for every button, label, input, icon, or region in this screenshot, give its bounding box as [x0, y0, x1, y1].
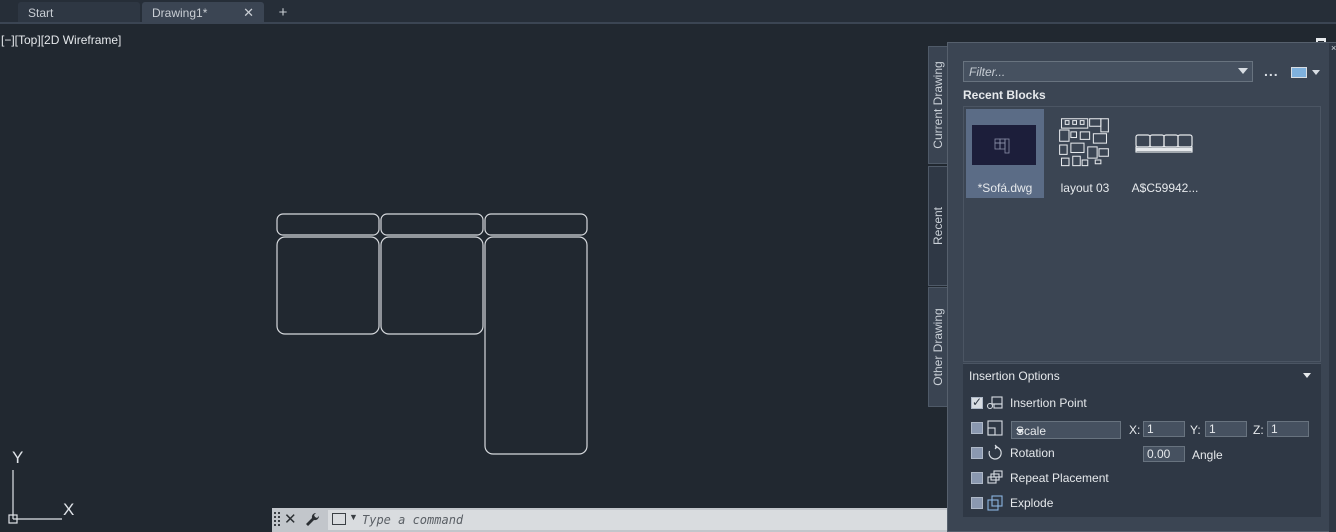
insertion-options-header[interactable]: Insertion Options	[963, 363, 1321, 387]
block-thumbnail	[1135, 134, 1193, 153]
chevron-down-icon[interactable]	[1303, 373, 1311, 378]
scale-x-label: X:	[1129, 423, 1141, 437]
file-tab-bar: Start Drawing1* ✕ +	[0, 0, 1336, 24]
rotation-icon	[988, 444, 1002, 460]
sofa-seat-2	[380, 236, 484, 335]
rotation-angle-input[interactable]	[1143, 446, 1185, 462]
chevron-down-icon[interactable]	[1312, 70, 1320, 75]
scale-checkbox[interactable]	[971, 422, 983, 434]
sofa-seat-1	[276, 236, 380, 335]
scale-y-label: Y:	[1190, 423, 1201, 437]
tab-recent[interactable]: Recent	[928, 166, 948, 286]
close-tab-icon[interactable]: ✕	[243, 2, 254, 24]
block-item-asc[interactable]: A$C59942...	[1126, 109, 1204, 198]
angle-label: Angle	[1192, 448, 1223, 462]
insertion-point-label: Insertion Point	[1010, 396, 1087, 410]
rotation-label: Rotation	[1010, 446, 1055, 460]
sofa-back-cushion-2	[380, 213, 484, 236]
scale-z-input[interactable]	[1267, 421, 1309, 437]
block-thumbnail	[972, 125, 1036, 165]
chevron-down-icon[interactable]: ▼	[349, 512, 358, 522]
new-tab-button[interactable]: +	[272, 3, 294, 23]
insertion-options-title: Insertion Options	[969, 369, 1060, 383]
insertion-options-panel: Insertion Point Scale X: Y:	[963, 387, 1321, 517]
autocad-window: Start Drawing1* ✕ + [−][Top][2D Wirefram…	[0, 0, 1336, 532]
thumbnail-view-icon[interactable]	[1291, 67, 1307, 78]
repeat-placement-label: Repeat Placement	[1010, 471, 1109, 485]
insertion-point-icon	[986, 396, 1003, 410]
scale-z-label: Z:	[1253, 423, 1264, 437]
explode-label: Explode	[1010, 496, 1054, 510]
tab-label: Start	[28, 6, 54, 20]
section-title: Recent Blocks	[963, 88, 1046, 102]
block-item-sofa[interactable]: *Sofá.dwg	[966, 109, 1044, 198]
filter-input[interactable]	[969, 64, 1229, 80]
scale-x-input[interactable]	[1143, 421, 1185, 437]
explode-icon	[987, 495, 1003, 511]
tab-start[interactable]: Start	[18, 2, 140, 24]
repeat-placement-checkbox[interactable]	[971, 472, 983, 484]
block-label: *Sofá.dwg	[977, 181, 1033, 195]
sofa-back-cushion-1	[276, 213, 380, 236]
scale-icon	[987, 420, 1003, 436]
block-item-layout[interactable]: layout 03	[1046, 109, 1124, 198]
palette-title-bar[interactable]	[1329, 43, 1336, 532]
tab-drawing1[interactable]: Drawing1* ✕	[142, 2, 264, 24]
chevron-down-icon	[1016, 429, 1024, 434]
close-palette-icon[interactable]: ×	[1331, 43, 1336, 53]
command-prompt-icon[interactable]	[332, 513, 346, 525]
tab-label: Drawing1*	[152, 6, 208, 20]
sofa-chaise	[484, 236, 588, 455]
recent-blocks-list: *Sofá.dwg layout 03 A$C59942...	[963, 106, 1321, 362]
rotation-checkbox[interactable]	[971, 447, 983, 459]
filter-combobox[interactable]	[963, 61, 1253, 82]
tab-label: Recent	[931, 206, 945, 246]
chevron-down-icon[interactable]	[1238, 68, 1248, 74]
more-options-button[interactable]: ...	[1264, 63, 1279, 79]
ucs-x-label: X	[63, 500, 75, 519]
command-line: ✕ ▼	[272, 508, 948, 532]
repeat-placement-icon	[987, 470, 1003, 484]
command-input-box: ▼	[328, 510, 948, 530]
viewport-controls-label[interactable]: [−][Top][2D Wireframe]	[1, 33, 121, 47]
close-command-line-icon[interactable]: ✕	[284, 510, 297, 528]
command-input[interactable]	[362, 512, 942, 528]
tab-current-drawing[interactable]: Current Drawing	[928, 46, 948, 164]
insertion-point-checkbox[interactable]	[971, 395, 983, 409]
tab-other-drawing[interactable]: Other Drawing	[928, 287, 948, 407]
recent-panel: ... Recent Blocks *Sofá.dwg	[947, 42, 1336, 532]
scale-y-input[interactable]	[1205, 421, 1247, 437]
sofa-back-cushion-3	[484, 213, 588, 236]
grip-handle-icon[interactable]	[274, 512, 280, 528]
palette-vertical-tabs: Current Drawing Recent Other Drawing	[928, 42, 948, 412]
block-thumbnail	[1059, 118, 1109, 167]
customize-wrench-icon[interactable]	[305, 512, 321, 528]
ucs-y-label: Y	[12, 448, 24, 467]
tab-label: Other Drawing	[931, 308, 945, 386]
explode-checkbox[interactable]	[971, 497, 983, 509]
block-label: A$C59942...	[1131, 181, 1199, 195]
block-label: layout 03	[1060, 181, 1110, 195]
tab-label: Current Drawing	[931, 61, 945, 149]
blocks-palette: Current Drawing Recent Other Drawing ...…	[928, 42, 1336, 532]
scale-dropdown[interactable]: Scale	[1011, 421, 1121, 439]
